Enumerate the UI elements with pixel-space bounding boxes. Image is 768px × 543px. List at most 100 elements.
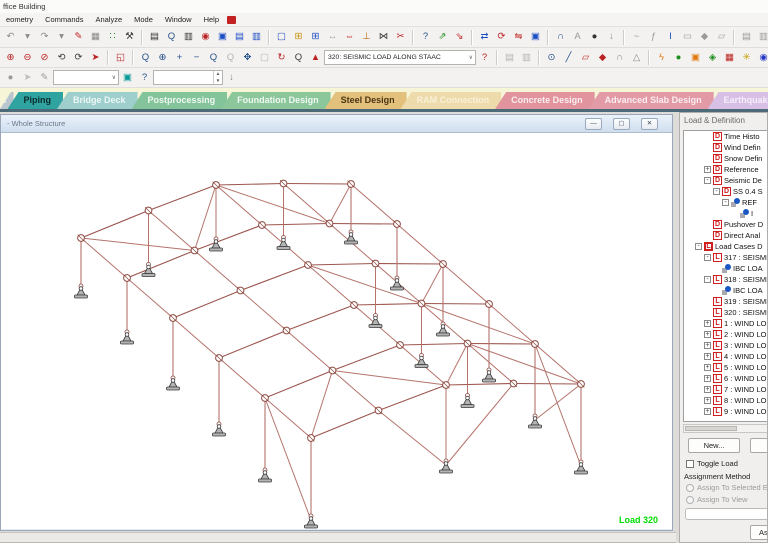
perspective-cone-icon[interactable]: ▲ [307, 50, 324, 66]
tree-item[interactable]: DPushover D [684, 219, 768, 230]
tree-item[interactable]: +L7 : WIND LO [684, 384, 768, 395]
draw-solid-icon[interactable]: ◆ [594, 50, 611, 66]
concrete-cube-icon[interactable]: ◈ [704, 50, 721, 66]
tree-item[interactable]: +L5 : WIND LO [684, 362, 768, 373]
interop-icon[interactable]: ✳ [738, 50, 755, 66]
expand-icon[interactable]: + [704, 375, 711, 382]
tree-item[interactable]: +L1 : WIND LO [684, 318, 768, 329]
ibeam-section-icon[interactable]: I [662, 29, 679, 45]
tab-foundation-design[interactable]: Foundation Design [221, 92, 331, 109]
tab-concrete-design[interactable]: Concrete Design [495, 92, 595, 109]
chart-down-icon[interactable]: ⇘ [451, 29, 468, 45]
assign-view-radio[interactable]: Assign To View [686, 495, 748, 504]
tree-item[interactable]: -REF [684, 197, 768, 208]
minimize-button[interactable]: — [585, 118, 602, 130]
tree-item[interactable]: +DReference [684, 164, 768, 175]
report-setup-icon[interactable]: ▥ [248, 29, 265, 45]
structure-wizard-icon[interactable]: ⚒ [121, 29, 138, 45]
structure-view-canvas[interactable]: Load 320 [1, 133, 672, 529]
rotate-y-icon[interactable]: ⊖ [19, 50, 36, 66]
screenshot-icon[interactable]: ◉ [197, 29, 214, 45]
poly-tool-icon[interactable]: △ [628, 50, 645, 66]
connect-beams-icon[interactable]: ⋈ [375, 29, 392, 45]
select-pointer-icon[interactable]: ➤ [87, 50, 104, 66]
dynamic-rotate-icon[interactable]: ↻ [273, 50, 290, 66]
redo-icon[interactable]: ↷ [36, 29, 53, 45]
menu-commands[interactable]: Commands [39, 13, 89, 26]
render-beam-icon[interactable]: ▭ [679, 29, 696, 45]
tree-item[interactable]: -DSS 0.4 S [684, 186, 768, 197]
tab-earthquake[interactable]: Earthquake [708, 92, 768, 109]
scrollbar-thumb[interactable] [685, 426, 737, 431]
tree-item[interactable]: L320 : SEISMI [684, 307, 768, 318]
tree-item[interactable]: -L318 : SEISMI [684, 274, 768, 285]
display-options-icon[interactable]: ▣ [119, 70, 136, 86]
load-tree[interactable]: DTime HistoDWind DefinDSnow Defin+DRefer… [683, 130, 768, 422]
zoom-previous-icon[interactable]: Q [205, 50, 222, 66]
mirror-icon[interactable]: ⇋ [510, 29, 527, 45]
slab-grid-icon[interactable]: ▦ [721, 50, 738, 66]
rotate-z-icon[interactable]: ⊘ [36, 50, 53, 66]
active-load-select[interactable]: 320: SEISMIC LOAD ALONG STAAC∨ [324, 50, 476, 65]
open-view-icon[interactable]: ▥ [755, 29, 768, 45]
draw-plate-icon[interactable]: ▱ [577, 50, 594, 66]
tab-steel-design[interactable]: Steel Design [325, 92, 407, 109]
expand-icon[interactable]: + [704, 364, 711, 371]
lasso-icon[interactable]: ✎ [36, 70, 53, 86]
tree-item[interactable]: -LLoad Cases D [684, 241, 768, 252]
collapse-icon[interactable]: - [713, 188, 720, 195]
radio-dot[interactable] [686, 496, 694, 504]
translational-repeat-icon[interactable]: ⇄ [476, 29, 493, 45]
drop-tool-icon[interactable]: ↓ [603, 29, 620, 45]
undo-icon[interactable]: ↶ [2, 29, 19, 45]
menu-mode[interactable]: Mode [128, 13, 159, 26]
help-icon[interactable]: ? [136, 70, 153, 86]
dimension-horizontal-icon[interactable]: ↔ [324, 29, 341, 45]
expand-icon[interactable]: + [704, 353, 711, 360]
tree-item[interactable]: IBC LOA [684, 263, 768, 274]
expand-icon[interactable]: + [704, 342, 711, 349]
close-button[interactable]: ✕ [641, 118, 658, 130]
collapse-icon[interactable]: - [704, 177, 711, 184]
spinner-arrows[interactable]: ▲▼ [213, 71, 222, 84]
label-settings2-icon[interactable]: ▥ [518, 50, 535, 66]
sphere-icon[interactable]: ● [2, 70, 19, 86]
save-view-icon[interactable]: ▤ [738, 29, 755, 45]
render-plate-icon[interactable]: ◆ [696, 29, 713, 45]
annotate-icon[interactable]: ✎ [70, 29, 87, 45]
menu-help[interactable]: Help [198, 13, 225, 26]
label-toggle-icon[interactable]: A [569, 29, 586, 45]
menu-window[interactable]: Window [159, 13, 198, 26]
help-pointer-icon[interactable]: ? [417, 29, 434, 45]
collapse-icon[interactable]: - [695, 243, 702, 250]
print-icon[interactable]: ▤ [146, 29, 163, 45]
draw-node-icon[interactable]: ⊙ [543, 50, 560, 66]
circular-repeat-icon[interactable]: ⟳ [493, 29, 510, 45]
tree-item[interactable]: +L2 : WIND LO [684, 329, 768, 340]
node-tool-icon[interactable]: ⊥ [358, 29, 375, 45]
move-entity-icon[interactable]: ▣ [527, 29, 544, 45]
expand-icon[interactable]: + [704, 386, 711, 393]
rotate-x-icon[interactable]: ⊕ [2, 50, 19, 66]
zoom-out-icon[interactable]: − [188, 50, 205, 66]
tree-item[interactable]: IBC LOA [684, 285, 768, 296]
pan-disabled-icon[interactable]: ▢ [256, 50, 273, 66]
copy-picture-icon[interactable]: ▣ [214, 29, 231, 45]
send-down-icon[interactable]: ↓ [223, 70, 240, 86]
tree-horizontal-scrollbar[interactable] [683, 424, 768, 433]
collapse-icon[interactable]: - [704, 276, 711, 283]
collapse-icon[interactable]: - [722, 199, 729, 206]
export-view-icon[interactable]: ▥ [180, 29, 197, 45]
expand-icon[interactable]: + [704, 397, 711, 404]
tab-piping[interactable]: Piping [8, 92, 64, 109]
chart-up-icon[interactable]: ⇗ [434, 29, 451, 45]
tree-item[interactable]: -L317 : SEISMI [684, 252, 768, 263]
assign-selected-radio[interactable]: Assign To Selected E [686, 483, 768, 492]
zoom-window-icon[interactable]: Q [137, 50, 154, 66]
value-input[interactable]: ▲▼ [153, 70, 223, 85]
insert-node-icon[interactable]: ⊞ [290, 29, 307, 45]
expand-icon[interactable]: + [704, 331, 711, 338]
spin-right-icon[interactable]: ⟳ [70, 50, 87, 66]
tree-item[interactable]: +L8 : WIND LO [684, 395, 768, 406]
snap-node-icon[interactable]: ∷ [104, 29, 121, 45]
